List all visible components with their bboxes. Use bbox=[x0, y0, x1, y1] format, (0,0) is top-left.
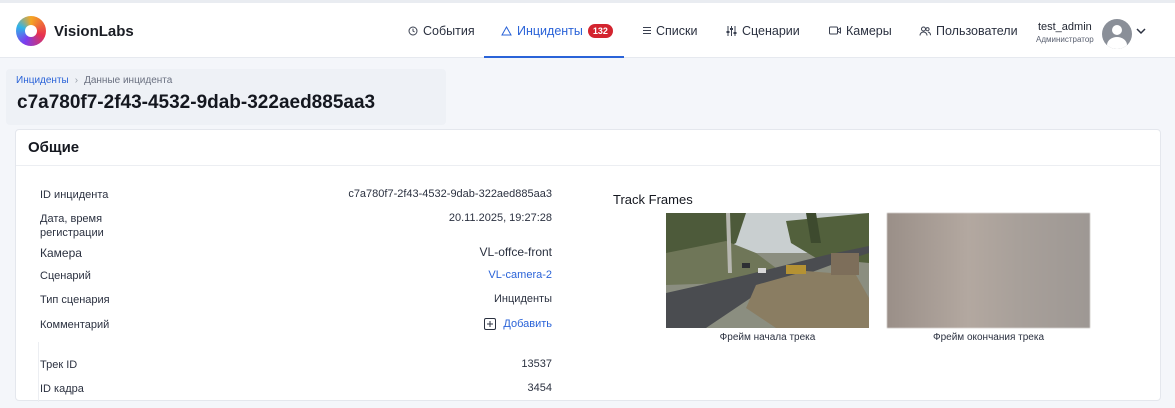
scenario-type-label: Тип сценария bbox=[40, 294, 110, 306]
add-comment-button[interactable]: Добавить bbox=[484, 318, 552, 330]
page-title: c7a780f7-2f43-4532-9dab-322aed885aa3 bbox=[17, 92, 376, 113]
logo[interactable]: VisionLabs bbox=[16, 16, 134, 46]
breadcrumb: Инциденты › Данные инцидента bbox=[16, 75, 172, 86]
list-icon bbox=[643, 27, 651, 34]
user-role: Администратор bbox=[1036, 35, 1094, 44]
incident-id-label: ID инцидента bbox=[40, 189, 109, 201]
logo-text: VisionLabs bbox=[54, 22, 134, 40]
users-icon bbox=[919, 26, 931, 36]
nav-item-users[interactable]: Пользователи bbox=[919, 3, 1018, 58]
frame-id-label: ID кадра bbox=[40, 383, 84, 395]
nav-item-label: События bbox=[423, 23, 475, 38]
user-info[interactable]: test_admin Администратор bbox=[1036, 21, 1094, 44]
rows-divider bbox=[38, 342, 39, 402]
chevron-down-icon[interactable] bbox=[1136, 27, 1146, 35]
incident-id-value: c7a780f7-2f43-4532-9dab-322aed885aa3 bbox=[348, 188, 552, 200]
nav-item-label: Инциденты bbox=[517, 23, 583, 38]
chevron-right-icon: › bbox=[74, 75, 79, 86]
breadcrumb-incidents-link[interactable]: Инциденты bbox=[16, 75, 69, 86]
camera-label: Камера bbox=[40, 246, 82, 260]
track-id-value: 13537 bbox=[521, 358, 552, 370]
active-tab-indicator bbox=[484, 56, 624, 58]
nav-item-label: Камеры bbox=[846, 23, 892, 38]
general-info-card: Общие ID инцидента c7a780f7-2f43-4532-9d… bbox=[15, 129, 1161, 402]
track-end-frame-image[interactable] bbox=[887, 213, 1090, 328]
track-id-label: Трек ID bbox=[40, 359, 78, 371]
track-frames-title: Track Frames bbox=[613, 192, 693, 207]
clock-icon bbox=[408, 26, 418, 35]
visionlabs-logo-icon bbox=[16, 16, 46, 46]
incidents-count-badge: 132 bbox=[587, 23, 613, 38]
top-navigation-bar: VisionLabs События Инциденты 132 Списки … bbox=[0, 0, 1175, 58]
scenario-label: Сценарий bbox=[40, 270, 91, 282]
nav-item-lists[interactable]: Списки bbox=[643, 3, 697, 58]
card-title: Общие bbox=[28, 139, 80, 156]
nav-item-label: Сценарии bbox=[742, 23, 800, 38]
track-start-frame-image[interactable] bbox=[666, 213, 869, 328]
nav-item-label: Пользователи bbox=[936, 23, 1018, 38]
card-header: Общие bbox=[16, 130, 1160, 166]
nav-item-incidents[interactable]: Инциденты 132 bbox=[501, 3, 613, 58]
user-name: test_admin bbox=[1037, 21, 1092, 33]
add-comment-label: Добавить bbox=[503, 318, 552, 330]
track-end-frame-caption: Фрейм окончания трека bbox=[932, 332, 1045, 343]
nav-item-events[interactable]: События bbox=[408, 3, 475, 58]
comment-label: Комментарий bbox=[40, 319, 110, 331]
camera-value: VL-offce-front bbox=[479, 245, 552, 259]
nav-item-scenarios[interactable]: Сценарии bbox=[726, 3, 800, 58]
street-scene-image bbox=[666, 213, 869, 328]
scenario-link[interactable]: VL-camera-2 bbox=[488, 269, 552, 281]
breadcrumb-current: Данные инцидента bbox=[84, 75, 173, 86]
frame-id-value: 3454 bbox=[527, 382, 552, 394]
scenario-type-value: Инциденты bbox=[494, 293, 552, 305]
sliders-icon bbox=[726, 25, 737, 36]
nav-item-cameras[interactable]: Камеры bbox=[829, 3, 892, 58]
registration-datetime-value: 20.11.2025, 19:27:28 bbox=[448, 212, 552, 224]
nav-item-label: Списки bbox=[656, 23, 698, 38]
registration-datetime-label: Дата, время регистрации bbox=[40, 213, 104, 239]
add-box-icon bbox=[484, 318, 497, 330]
avatar[interactable] bbox=[1102, 19, 1132, 49]
warning-icon bbox=[501, 25, 512, 35]
track-start-frame-caption: Фрейм начала трека bbox=[719, 332, 816, 343]
camera-icon bbox=[829, 26, 841, 35]
